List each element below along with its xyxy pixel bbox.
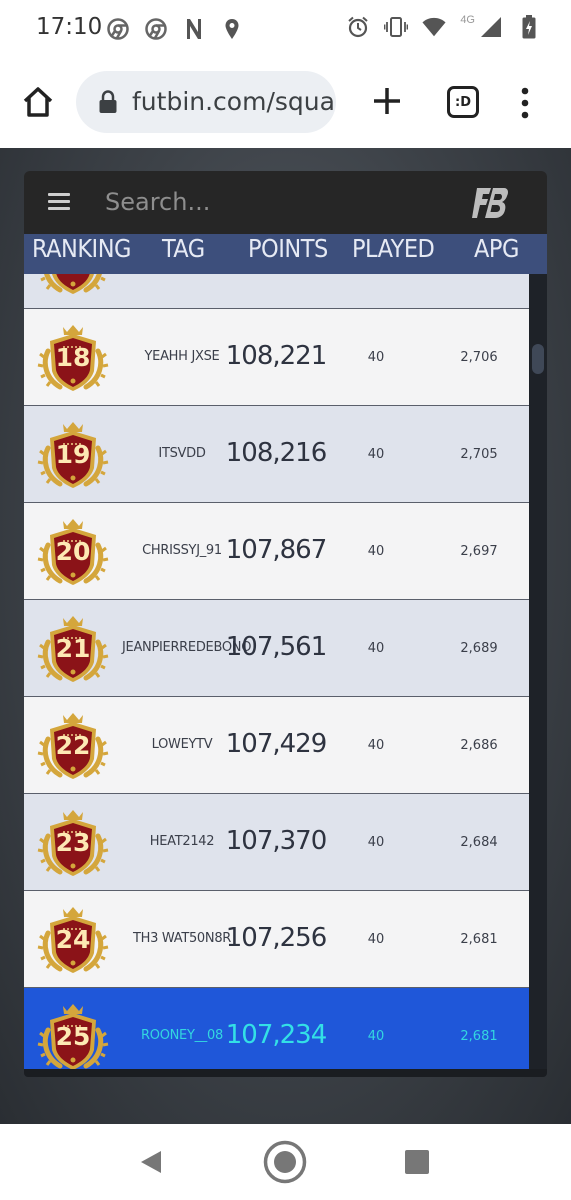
table-row[interactable]: 19 ITSVDD 108,216 40 2,705 bbox=[24, 406, 529, 503]
rank-number: 18 bbox=[55, 343, 91, 372]
apg-value: 2,705 bbox=[460, 447, 498, 462]
played-value: 40 bbox=[367, 835, 385, 850]
points-value: 108,216 bbox=[225, 438, 328, 468]
apg-value: 2,706 bbox=[460, 350, 498, 365]
lock-icon bbox=[98, 90, 118, 114]
hamburger-menu-icon[interactable] bbox=[48, 193, 70, 211]
status-left-icons bbox=[106, 16, 244, 42]
rank-number: 19 bbox=[55, 440, 91, 469]
apg-value: 2,689 bbox=[460, 641, 498, 656]
status-bar: 17:10 4G bbox=[0, 0, 571, 58]
recent-apps-icon[interactable] bbox=[404, 1149, 430, 1175]
chrome-icon bbox=[106, 16, 130, 42]
signal-icon bbox=[479, 14, 503, 40]
table-row[interactable]: 22 LOWEYTV 107,429 40 2,686 bbox=[24, 697, 529, 794]
apg-value: 2,697 bbox=[460, 544, 498, 559]
browser-toolbar: futbin.com/squad :D bbox=[0, 58, 571, 148]
points-value: 107,561 bbox=[225, 632, 328, 662]
table-bottom-edge bbox=[24, 1069, 547, 1077]
status-time: 17:10 bbox=[36, 14, 103, 40]
apg-value: 2,681 bbox=[460, 932, 498, 947]
new-tab-button[interactable] bbox=[370, 84, 404, 118]
column-played[interactable]: PLAYED bbox=[352, 234, 435, 263]
points-value: 107,234 bbox=[225, 1020, 328, 1050]
points-value: 107,867 bbox=[225, 535, 328, 565]
futbin-logo[interactable] bbox=[471, 185, 509, 221]
played-value: 40 bbox=[367, 1029, 385, 1044]
home-icon[interactable] bbox=[20, 84, 56, 120]
home-nav-icon[interactable] bbox=[263, 1140, 307, 1184]
rank-number: 20 bbox=[55, 537, 91, 566]
column-tag[interactable]: TAG bbox=[162, 234, 205, 263]
points-value: 107,429 bbox=[225, 729, 328, 759]
search-input[interactable]: Search... bbox=[105, 188, 210, 216]
battery-icon bbox=[517, 14, 541, 40]
rank-number: 21 bbox=[55, 634, 91, 663]
played-value: 40 bbox=[367, 544, 385, 559]
rank-number: 25 bbox=[55, 1022, 91, 1051]
url-text: futbin.com/squad bbox=[132, 87, 336, 116]
address-bar[interactable]: futbin.com/squad bbox=[76, 71, 336, 133]
table-row[interactable]: 17 bbox=[24, 274, 529, 309]
points-value: 108,221 bbox=[225, 341, 328, 371]
table-row[interactable]: 20 CHRISSYJ_91 107,867 40 2,697 bbox=[24, 503, 529, 600]
chrome-icon bbox=[144, 16, 168, 42]
apg-value: 2,684 bbox=[460, 835, 498, 850]
leaderboard-table: 17 18 YEAHH JXSE 108,221 40 2,706 19 ITS… bbox=[24, 274, 529, 1069]
played-value: 40 bbox=[367, 350, 385, 365]
apg-value: 2,681 bbox=[460, 1029, 498, 1044]
table-row[interactable]: 23 HEAT2142 107,370 40 2,684 bbox=[24, 794, 529, 891]
vibrate-icon bbox=[384, 14, 409, 40]
column-ranking[interactable]: RANKING bbox=[32, 234, 131, 263]
tab-switcher-button[interactable]: :D bbox=[447, 86, 479, 118]
rank-number: 23 bbox=[55, 828, 91, 857]
wifi-icon bbox=[422, 14, 446, 40]
played-value: 40 bbox=[367, 738, 385, 753]
rank-number: 24 bbox=[55, 925, 91, 954]
column-points[interactable]: POINTS bbox=[248, 234, 328, 263]
rank-number: 22 bbox=[55, 731, 91, 760]
apg-value: 2,686 bbox=[460, 738, 498, 753]
played-value: 40 bbox=[367, 641, 385, 656]
more-options-icon[interactable] bbox=[515, 86, 535, 120]
rank-number: 17 bbox=[36, 274, 110, 275]
table-row[interactable]: 18 YEAHH JXSE 108,221 40 2,706 bbox=[24, 309, 529, 406]
played-value: 40 bbox=[367, 932, 385, 947]
table-row-highlighted[interactable]: 25 ROONEY__08 107,234 40 2,681 bbox=[24, 988, 529, 1069]
scrollbar-track[interactable] bbox=[529, 274, 547, 1069]
table-row[interactable]: 21 JEANPIERREDEBONO 107,561 40 2,689 bbox=[24, 600, 529, 697]
table-header: RANKING TAG POINTS PLAYED APG bbox=[24, 234, 547, 274]
rank-badge-icon bbox=[36, 274, 110, 298]
played-value: 40 bbox=[367, 447, 385, 462]
status-right-icons: 4G bbox=[346, 14, 541, 40]
alarm-icon bbox=[346, 14, 370, 40]
scrollbar-thumb[interactable] bbox=[532, 344, 544, 374]
column-apg[interactable]: APG bbox=[474, 234, 519, 263]
back-icon[interactable] bbox=[138, 1149, 164, 1175]
site-header: Search... bbox=[24, 171, 547, 234]
location-icon bbox=[220, 16, 244, 42]
points-value: 107,370 bbox=[225, 826, 328, 856]
web-content: Search... RANKING TAG POINTS PLAYED APG … bbox=[0, 148, 571, 1124]
android-nav-bar bbox=[0, 1124, 571, 1200]
n-app-icon bbox=[182, 16, 206, 42]
table-row[interactable]: 24 TH3 WAT50N8R 107,256 40 2,681 bbox=[24, 891, 529, 988]
points-value: 107,256 bbox=[225, 923, 328, 953]
network-type: 4G bbox=[460, 14, 475, 26]
